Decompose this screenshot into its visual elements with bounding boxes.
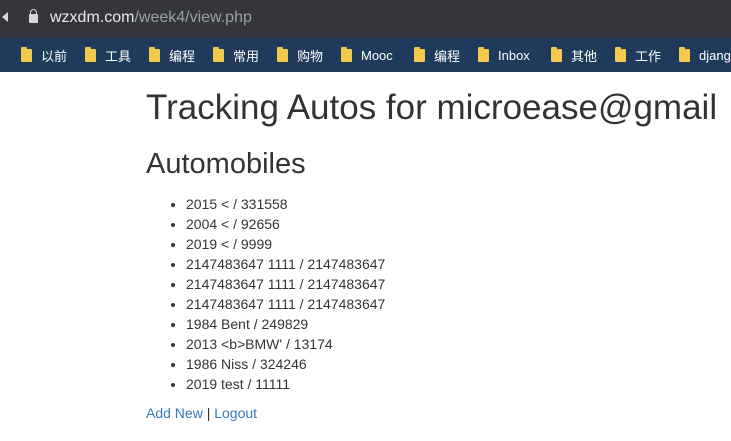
folder-icon (551, 46, 562, 62)
list-item: 2019 < / 9999 (186, 234, 385, 254)
list-item: 2147483647 1111 / 2147483647 (186, 274, 385, 294)
lock-icon[interactable] (29, 9, 38, 23)
bookmarks-bar: 以前 工具 编程 常用 购物 Mooc 编程 Inbox 其他 工作 djang (0, 38, 731, 72)
bookmark-label: 其他 (571, 48, 598, 64)
list-item: 2147483647 1111 / 2147483647 (186, 254, 385, 274)
folder-icon (277, 46, 288, 62)
section-heading: Automobiles (146, 148, 306, 180)
add-new-link[interactable]: Add New (146, 405, 203, 421)
list-item: 2147483647 1111 / 2147483647 (186, 294, 385, 314)
bookmark-folder[interactable]: 编程 (149, 38, 195, 72)
bookmark-folder[interactable]: 常用 (213, 38, 259, 72)
list-item: 2004 < / 92656 (186, 214, 385, 234)
list-item: 2019 test / 11111 (186, 374, 385, 394)
bookmark-label: 编程 (434, 48, 461, 64)
folder-icon (213, 46, 224, 62)
folder-icon (341, 46, 352, 62)
folder-icon (679, 46, 690, 62)
bookmark-label: Mooc (361, 47, 393, 63)
bookmark-label: 工具 (105, 48, 132, 64)
bookmark-label: 工作 (635, 48, 662, 64)
list-item: 2013 <b>BMW' / 13174 (186, 334, 385, 354)
bookmark-folder[interactable]: 以前 (21, 38, 67, 72)
page-title: Tracking Autos for microease@gmail (146, 88, 718, 127)
bookmark-label: 常用 (233, 48, 260, 64)
folder-icon (414, 46, 425, 62)
bookmark-label: 以前 (41, 48, 68, 64)
folder-icon (615, 46, 626, 62)
bookmark-folder[interactable]: 工具 (85, 38, 131, 72)
bookmark-label: 编程 (169, 48, 196, 64)
list-item: 1986 Niss / 324246 (186, 354, 385, 374)
back-arrow-icon[interactable] (2, 12, 8, 22)
bookmark-folder[interactable]: Mooc (341, 38, 393, 72)
list-item: 1984 Bent / 249829 (186, 314, 385, 334)
folder-icon (21, 46, 32, 62)
automobile-list: 2015 < / 331558 2004 < / 92656 2019 < / … (146, 194, 385, 394)
bookmark-label: 购物 (297, 48, 324, 64)
folder-icon (149, 46, 160, 62)
action-links: Add New | Logout (146, 405, 257, 421)
logout-link[interactable]: Logout (214, 405, 257, 421)
bookmark-folder[interactable]: Inbox (478, 38, 530, 72)
url-field[interactable]: wzxdm.com/week4/view.php (50, 9, 252, 27)
folder-icon (478, 46, 489, 62)
list-item: 2015 < / 331558 (186, 194, 385, 214)
bookmark-folder[interactable]: djang (679, 38, 731, 72)
bookmark-label: djang (699, 47, 731, 63)
bookmark-folder[interactable]: 其他 (551, 38, 597, 72)
bookmark-folder[interactable]: 编程 (414, 38, 460, 72)
address-bar[interactable]: wzxdm.com/week4/view.php (0, 0, 731, 38)
url-path: /week4/view.php (134, 9, 252, 26)
bookmark-folder[interactable]: 购物 (277, 38, 323, 72)
bookmark-label: Inbox (498, 47, 530, 63)
url-host: wzxdm.com (50, 9, 135, 26)
folder-icon (85, 46, 96, 62)
link-separator: | (206, 405, 211, 421)
bookmark-folder[interactable]: 工作 (615, 38, 661, 72)
